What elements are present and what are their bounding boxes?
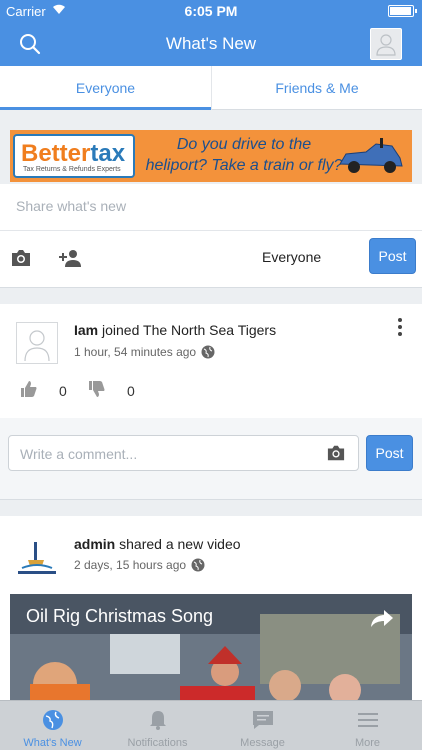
like-count: 0 [59, 383, 67, 399]
comment-placeholder: Write a comment... [20, 446, 138, 462]
nav-whats-new[interactable]: What's New [0, 701, 105, 750]
video-player[interactable]: Oil Rig Christmas Song [10, 594, 412, 704]
nav-notifications-label: Notifications [127, 737, 188, 749]
post-timestamp: 1 hour, 54 minutes ago [74, 345, 197, 359]
composer-divider [0, 230, 422, 231]
share-input[interactable]: Share what's new [16, 198, 126, 214]
thumbs-down-icon[interactable] [88, 380, 106, 398]
bottom-tab-bar: What's New Notifications Message More [0, 700, 422, 750]
club-logo[interactable] [14, 534, 60, 580]
ad-brand-part-a: Better [21, 140, 91, 167]
nav-more-label: More [354, 737, 381, 749]
top-nav-bar: What's New [0, 22, 422, 66]
audience-selector[interactable]: Everyone [262, 249, 321, 265]
camera-icon[interactable] [326, 444, 346, 462]
nav-notifications[interactable]: Notifications [105, 701, 210, 750]
nav-whats-new-label: What's New [23, 737, 82, 749]
ad-logo-subtitle: Tax Returns & Refunds Experts [23, 166, 121, 173]
avatar[interactable] [16, 322, 58, 364]
share-arrow-icon[interactable] [370, 608, 394, 628]
post-author[interactable]: Iam [74, 322, 98, 338]
nav-more[interactable]: More [315, 701, 420, 750]
nav-message[interactable]: Message [210, 701, 315, 750]
nav-message-label: Message [240, 737, 285, 749]
video-title: Oil Rig Christmas Song [26, 606, 214, 626]
page-title: What's New [165, 34, 257, 53]
feed-filter-tabs: Everyone Friends & Me [0, 66, 422, 110]
post-author[interactable]: admin [74, 536, 115, 552]
feed-item: Iam joined The North Sea Tigers 1 hour, … [0, 304, 422, 418]
menu-icon [358, 713, 378, 727]
battery-icon [388, 5, 417, 17]
more-options-icon[interactable] [398, 318, 402, 336]
tab-friends-and-me[interactable]: Friends & Me [211, 66, 422, 110]
ad-logo: Bettertax Tax Returns & Refunds Experts [13, 134, 135, 178]
chat-icon [253, 711, 273, 729]
comment-post-button[interactable]: Post [366, 435, 413, 471]
globe-icon [191, 558, 205, 572]
clock: 6:05 PM [184, 3, 238, 19]
ad-brand-part-b: tax [90, 140, 126, 167]
globe-icon [201, 345, 215, 359]
car-illustration-icon [339, 138, 403, 173]
globe-icon [43, 710, 63, 730]
tag-friend-icon[interactable] [58, 248, 82, 268]
comment-composer: Write a comment... Post [0, 418, 422, 500]
profile-avatar-button[interactable] [370, 28, 402, 60]
post-action: shared a new video [119, 536, 241, 552]
ad-tagline: Do you drive to the heliport? Take a tra… [145, 136, 343, 174]
status-bar: Carrier 6:05 PM [0, 0, 422, 22]
dislike-count: 0 [127, 383, 135, 399]
post-timestamp: 2 days, 15 hours ago [74, 558, 187, 572]
ad-banner[interactable]: Bettertax Tax Returns & Refunds Experts … [10, 130, 412, 182]
tab-everyone[interactable]: Everyone [0, 66, 211, 110]
comment-input[interactable]: Write a comment... [8, 435, 359, 471]
user-silhouette-icon [24, 330, 50, 362]
user-silhouette-icon [376, 34, 396, 56]
bell-icon [150, 711, 166, 730]
post-button[interactable]: Post [369, 238, 416, 274]
thumbs-up-icon[interactable] [20, 380, 38, 398]
post-composer: Share what's new Everyone Post [0, 184, 422, 288]
post-action: joined The North Sea Tigers [102, 322, 277, 338]
camera-icon[interactable] [10, 248, 32, 268]
